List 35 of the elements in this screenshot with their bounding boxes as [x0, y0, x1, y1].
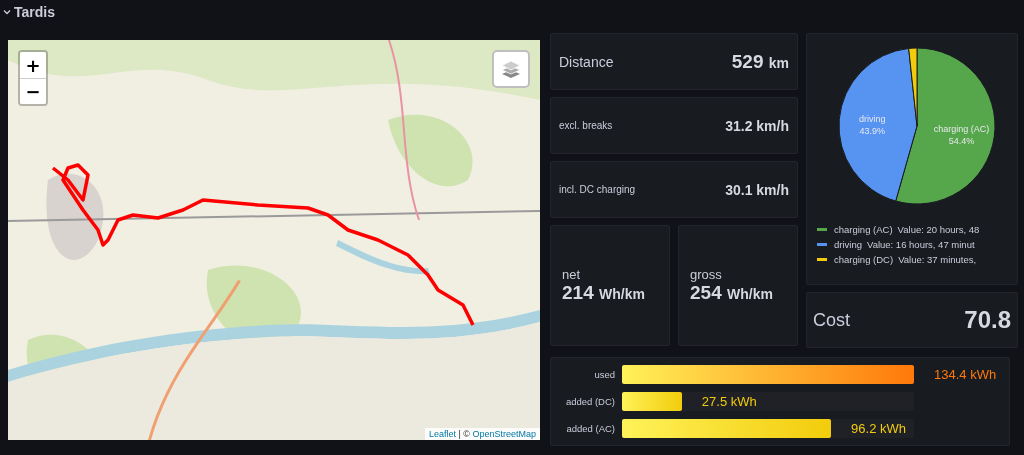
- legend-label[interactable]: charging (AC): [834, 224, 893, 235]
- layers-icon: [500, 58, 522, 80]
- legend-value: Value: 20 hours, 48: [897, 224, 980, 235]
- bar-label: used: [593, 369, 615, 380]
- stat-value: 529 km: [731, 50, 789, 73]
- zoom-in-button[interactable]: +: [20, 52, 46, 78]
- attribution-text: Leaflet | © OpenStreetMap: [424, 428, 540, 440]
- stat-label: Cost: [813, 309, 850, 331]
- stat-value: 254 Wh/km: [690, 282, 774, 304]
- openstreetmap-link[interactable]: OpenStreetMap: [472, 429, 536, 439]
- leaflet-link[interactable]: Leaflet: [428, 429, 456, 439]
- row-title[interactable]: Tardis: [14, 4, 55, 20]
- stat-value: 30.1 km/h: [725, 181, 789, 198]
- stat-label: incl. DC charging: [559, 184, 636, 195]
- legend-label[interactable]: driving: [834, 239, 862, 250]
- chevron-icon[interactable]: [3, 8, 11, 16]
- slice-label: driving 43.9%: [858, 114, 886, 137]
- legend-label[interactable]: charging (DC): [834, 254, 894, 265]
- stat-value: 31.2 km/h: [725, 117, 789, 134]
- legend-value: Value: 37 minutes,: [898, 254, 977, 265]
- stat-label: gross: [690, 267, 723, 282]
- bar-value: 96.2 kWh: [851, 421, 906, 436]
- stat-value: 70.8: [964, 306, 1011, 334]
- bar-value: 134.4 kWh: [934, 367, 997, 382]
- stat-value: 214 Wh/km: [562, 282, 646, 304]
- layers-button[interactable]: [492, 50, 530, 88]
- stat-label: Distance: [559, 53, 614, 70]
- stat-label: net: [562, 267, 582, 282]
- slice-label: charging (AC) 54.4%: [933, 124, 990, 147]
- zoom-out-button[interactable]: −: [20, 78, 46, 104]
- legend-value: Value: 16 hours, 47 minut: [867, 239, 975, 250]
- bar-value: 27.5 kWh: [701, 394, 757, 409]
- bar-label: added (DC): [564, 396, 615, 407]
- stat-label: excl. breaks: [559, 120, 613, 131]
- bar-label: added (AC): [565, 423, 615, 434]
